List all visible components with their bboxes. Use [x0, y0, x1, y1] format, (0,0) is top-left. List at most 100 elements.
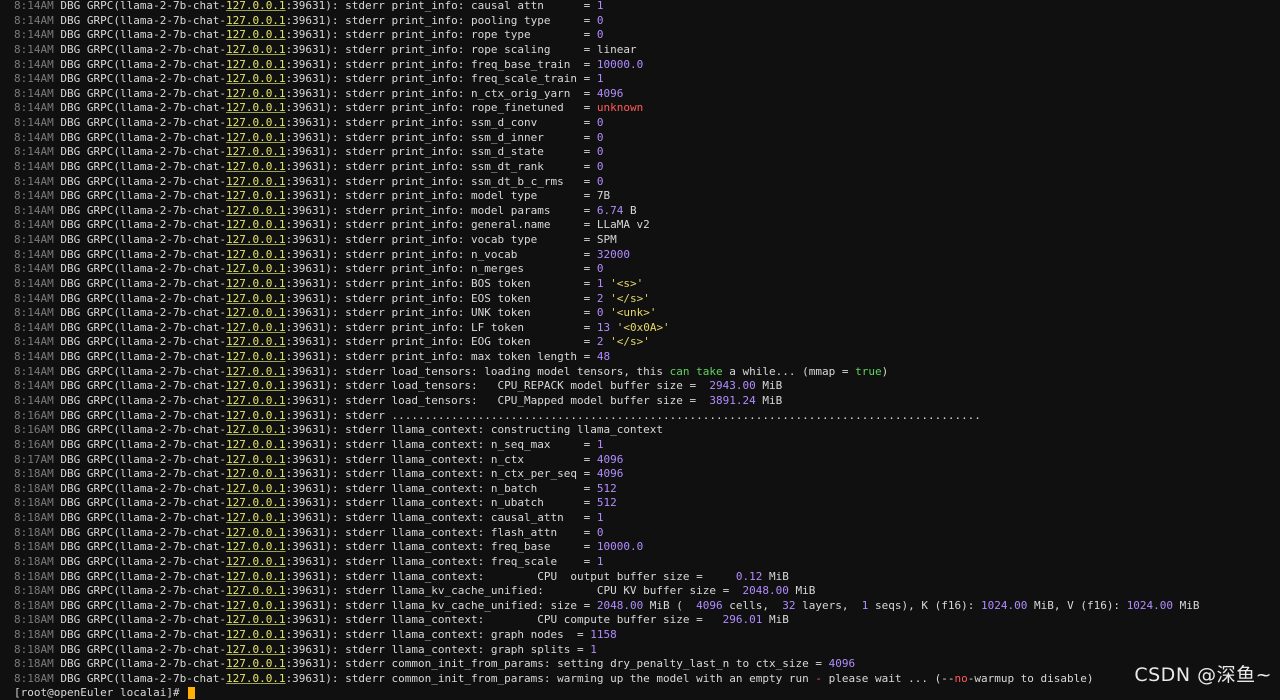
log-text-segment: :39631): stderr print_info: n_ctx_orig_y…: [285, 86, 597, 100]
log-ip-address: 127.0.0.1: [225, 189, 286, 203]
log-ip-address: 127.0.0.1: [225, 467, 286, 481]
log-timestamp: 8:14AM: [14, 72, 54, 86]
log-text-segment: 512: [596, 481, 617, 495]
log-line: 8:14AM DBG GRPC(llama-2-7b-chat-127.0.0.…: [0, 350, 610, 365]
log-line: 8:18AM DBG GRPC(llama-2-7b-chat-127.0.0.…: [0, 599, 1200, 614]
log-text-segment: DBG GRPC(llama-2-7b-chat-: [60, 159, 226, 173]
log-text-segment: :39631): stderr llama_kv_cache_unified: …: [285, 584, 743, 598]
log-text-segment: DBG GRPC(llama-2-7b-chat-: [60, 233, 226, 247]
log-text-segment: '<0x0A>': [616, 320, 670, 334]
text-cursor: [188, 687, 196, 699]
log-ip-address: 127.0.0.1: [225, 554, 286, 568]
log-text-segment: DBG GRPC(llama-2-7b-chat-: [60, 203, 226, 217]
log-text-segment: :39631): stderr common_init_from_params:…: [285, 671, 816, 685]
log-text-segment: :39631): stderr print_info: model type =…: [285, 189, 611, 203]
log-ip-address: 127.0.0.1: [225, 511, 286, 525]
log-text-segment: :39631): stderr llama_context: construct…: [285, 423, 664, 437]
log-timestamp: 8:14AM: [14, 394, 54, 407]
log-text-segment: MiB: [755, 394, 783, 407]
log-ip-address: 127.0.0.1: [225, 262, 286, 276]
log-timestamp: 8:18AM: [14, 657, 54, 671]
log-text-segment: :39631): stderr print_info: causal attn …: [285, 0, 597, 12]
log-text-segment: DBG GRPC(llama-2-7b-chat-: [60, 218, 226, 232]
log-ip-address: 127.0.0.1: [225, 569, 286, 583]
log-text-segment: 2048.00: [742, 584, 789, 598]
log-text-segment: 1: [596, 0, 604, 12]
log-timestamp: 8:14AM: [14, 28, 54, 42]
log-text-segment: :39631): stderr print_info: ssm_d_state …: [285, 145, 597, 159]
log-ip-address: 127.0.0.1: [225, 657, 286, 671]
log-text-segment: MiB, V (f16):: [1027, 598, 1127, 612]
log-ip-address: 127.0.0.1: [225, 628, 286, 642]
log-text-segment: 32000: [596, 247, 630, 261]
log-timestamp: 8:18AM: [14, 554, 54, 568]
log-ip-address: 127.0.0.1: [225, 613, 286, 627]
log-timestamp: 8:14AM: [14, 247, 54, 261]
log-line: 8:14AM DBG GRPC(llama-2-7b-chat-127.0.0.…: [0, 233, 617, 248]
log-line: 8:18AM DBG GRPC(llama-2-7b-chat-127.0.0.…: [0, 643, 597, 658]
log-line: 8:14AM DBG GRPC(llama-2-7b-chat-127.0.0.…: [0, 145, 603, 160]
log-text-segment: DBG GRPC(llama-2-7b-chat-: [60, 116, 226, 130]
log-ip-address: 127.0.0.1: [225, 320, 286, 334]
log-text-segment: DBG GRPC(llama-2-7b-chat-: [60, 42, 226, 56]
log-text-segment: MiB: [755, 379, 783, 393]
log-text-segment: 296.01: [722, 613, 763, 627]
log-line: 8:18AM DBG GRPC(llama-2-7b-chat-127.0.0.…: [0, 672, 1094, 687]
log-text-segment: :39631): stderr print_info: rope type =: [285, 28, 597, 42]
log-line: 8:14AM DBG GRPC(llama-2-7b-chat-127.0.0.…: [0, 28, 603, 43]
log-text-segment: :39631): stderr print_info: freq_scale_t…: [285, 72, 597, 86]
log-text-segment: 1024.00: [980, 598, 1028, 612]
log-text-segment: :39631): stderr print_info: max token le…: [285, 350, 597, 364]
log-text-segment: [610, 321, 617, 334]
log-ip-address: 127.0.0.1: [225, 540, 286, 554]
log-line: 8:14AM DBG GRPC(llama-2-7b-chat-127.0.0.…: [0, 306, 656, 321]
log-timestamp: 8:14AM: [14, 306, 54, 320]
log-timestamp: 8:18AM: [14, 584, 54, 598]
log-timestamp: 8:18AM: [14, 511, 54, 525]
log-timestamp: 8:18AM: [14, 628, 54, 642]
log-text-segment: no: [954, 671, 968, 685]
log-text-segment: 0: [596, 13, 604, 27]
log-ip-address: 127.0.0.1: [225, 584, 286, 598]
log-text-segment: :39631): stderr load_tensors: CPU_REPACK…: [285, 379, 710, 393]
log-timestamp: 8:16AM: [14, 408, 54, 422]
log-text-segment: layers,: [795, 598, 862, 612]
log-text-segment: 13: [596, 320, 611, 334]
log-timestamp: 8:18AM: [14, 481, 54, 495]
log-timestamp: 8:14AM: [14, 364, 54, 378]
log-text-segment: :39631): stderr llama_context: n_ctx_per…: [285, 467, 597, 481]
log-timestamp: 8:14AM: [14, 262, 54, 276]
shell-prompt[interactable]: [root@openEuler localai]#: [14, 686, 196, 700]
log-text-segment: DBG GRPC(llama-2-7b-chat-: [60, 247, 226, 261]
log-text-segment: DBG GRPC(llama-2-7b-chat-: [60, 189, 226, 203]
terminal-window[interactable]: 8:14AM DBG GRPC(llama-2-7b-chat-127.0.0.…: [0, 0, 1280, 693]
log-line: 8:14AM DBG GRPC(llama-2-7b-chat-127.0.0.…: [0, 87, 623, 102]
log-ip-address: 127.0.0.1: [225, 423, 286, 437]
log-line: 8:14AM DBG GRPC(llama-2-7b-chat-127.0.0.…: [0, 262, 603, 277]
log-text-segment: 1158: [590, 628, 617, 642]
log-line: 8:14AM DBG GRPC(llama-2-7b-chat-127.0.0.…: [0, 292, 650, 307]
log-line: 8:18AM DBG GRPC(llama-2-7b-chat-127.0.0.…: [0, 613, 789, 628]
log-text-segment: DBG GRPC(llama-2-7b-chat-: [60, 28, 226, 42]
log-ip-address: 127.0.0.1: [225, 379, 286, 393]
log-text-segment: :39631): stderr print_info: model params…: [285, 203, 597, 217]
log-line: 8:18AM DBG GRPC(llama-2-7b-chat-127.0.0.…: [0, 584, 815, 599]
log-text-segment: DBG GRPC(llama-2-7b-chat-: [60, 408, 226, 422]
log-timestamp: 8:14AM: [14, 291, 54, 305]
log-ip-address: 127.0.0.1: [225, 408, 286, 422]
log-text-segment: 3891.24: [709, 394, 756, 407]
log-timestamp: 8:14AM: [14, 130, 54, 144]
log-text-segment: :39631): stderr llama_kv_cache_unified: …: [285, 598, 597, 612]
log-text-segment: 1: [590, 642, 597, 656]
log-text-segment: MiB: [762, 613, 789, 627]
log-ip-address: 127.0.0.1: [225, 481, 286, 495]
log-text-segment: :39631): stderr print_info: n_vocab =: [285, 247, 597, 261]
log-timestamp: 8:14AM: [14, 203, 54, 217]
log-line: 8:14AM DBG GRPC(llama-2-7b-chat-127.0.0.…: [0, 335, 650, 350]
log-ip-address: 127.0.0.1: [225, 116, 286, 130]
log-text-segment: DBG GRPC(llama-2-7b-chat-: [60, 481, 226, 495]
log-text-segment: 2943.00: [709, 379, 756, 393]
log-line: 8:18AM DBG GRPC(llama-2-7b-chat-127.0.0.…: [0, 467, 623, 482]
log-text-segment: 1: [596, 554, 604, 568]
log-timestamp: 8:14AM: [14, 276, 54, 290]
